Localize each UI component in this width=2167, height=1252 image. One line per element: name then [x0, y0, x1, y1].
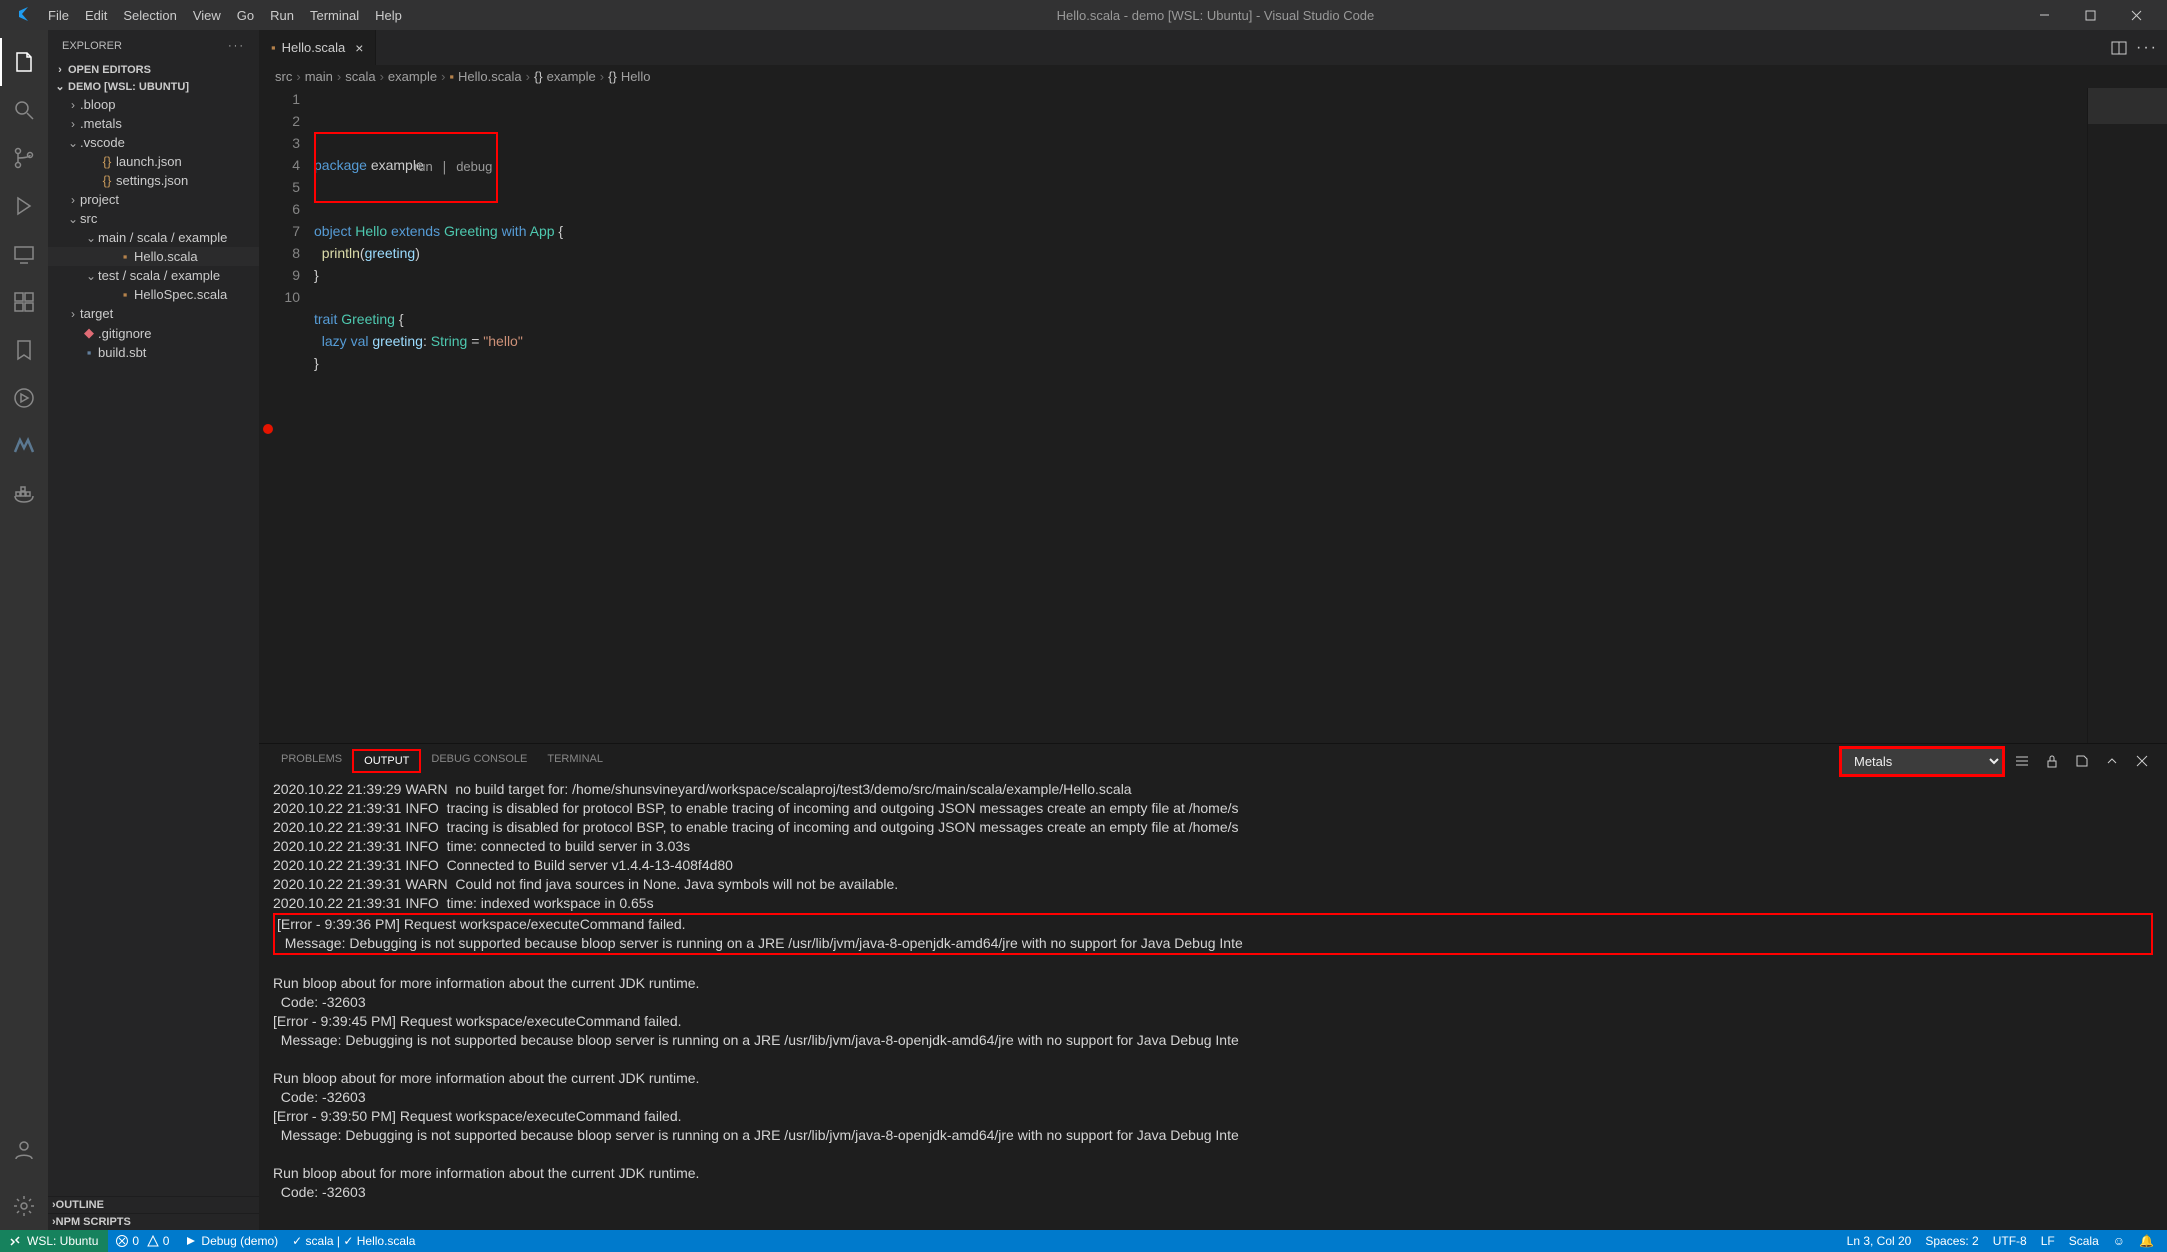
- panel-tab-output[interactable]: OUTPUT: [352, 749, 421, 773]
- source-control-tab[interactable]: [0, 134, 48, 182]
- eol-status[interactable]: LF: [2034, 1230, 2062, 1252]
- open-log-icon[interactable]: [2069, 748, 2095, 774]
- menu-view[interactable]: View: [185, 8, 229, 23]
- tree-item[interactable]: ▪HelloSpec.scala: [48, 285, 259, 304]
- open-editors-section[interactable]: ›OPEN EDITORS: [48, 62, 259, 78]
- tree-item[interactable]: ▪build.sbt: [48, 343, 259, 362]
- encoding-status[interactable]: UTF-8: [1986, 1230, 2034, 1252]
- panel-tab-debug console[interactable]: DEBUG CONSOLE: [421, 749, 537, 773]
- docker-tab[interactable]: [0, 470, 48, 518]
- search-tab[interactable]: [0, 86, 48, 134]
- tree-item[interactable]: ›project: [48, 190, 259, 209]
- file-icon: {}: [98, 154, 116, 169]
- codelens-run-debug[interactable]: run | debug: [314, 132, 498, 203]
- code-editor[interactable]: run | debug package example object Hello…: [314, 88, 2087, 743]
- titlebar: FileEditSelectionViewGoRunTerminalHelp H…: [0, 0, 2167, 30]
- tree-item[interactable]: ⌄.vscode: [48, 133, 259, 152]
- panel-tab-problems[interactable]: PROBLEMS: [271, 749, 352, 773]
- debug-status[interactable]: Debug (demo): [176, 1230, 285, 1252]
- tree-item[interactable]: ⌄test / scala / example: [48, 266, 259, 285]
- vscode-logo-icon: [8, 6, 40, 25]
- extensions-tab[interactable]: [0, 278, 48, 326]
- clear-output-icon[interactable]: [2009, 748, 2035, 774]
- breadcrumbs[interactable]: src› main› scala› example› ▪Hello.scala›…: [259, 65, 2167, 88]
- scala-file-icon: ▪: [449, 69, 454, 84]
- file-icon: ◆: [80, 325, 98, 341]
- tree-item[interactable]: ◆.gitignore: [48, 323, 259, 343]
- menu-run[interactable]: Run: [262, 8, 302, 23]
- menu-help[interactable]: Help: [367, 8, 410, 23]
- explorer-sidebar: EXPLORER ··· ›OPEN EDITORS ⌄DEMO [WSL: U…: [48, 30, 259, 1230]
- file-icon: ▪: [116, 287, 134, 302]
- maximize-button[interactable]: [2067, 0, 2113, 30]
- statusbar: WSL: Ubuntu 0 0 Debug (demo) ✓ scala | ✓…: [0, 1230, 2167, 1252]
- minimap[interactable]: [2087, 88, 2167, 743]
- menu-file[interactable]: File: [40, 8, 77, 23]
- editor-tabs: ▪ Hello.scala × ···: [259, 30, 2167, 65]
- window-title: Hello.scala - demo [WSL: Ubuntu] - Visua…: [410, 8, 2021, 23]
- output-channel-select-highlight: Metals: [1839, 746, 2005, 777]
- tree-item[interactable]: ›target: [48, 304, 259, 323]
- file-icon: ▪: [80, 345, 98, 360]
- tree-item[interactable]: ▪Hello.scala: [48, 247, 259, 266]
- menu-terminal[interactable]: Terminal: [302, 8, 367, 23]
- line-number-gutter: 12345678910: [259, 88, 314, 743]
- close-window-button[interactable]: [2113, 0, 2159, 30]
- tree-item[interactable]: {}settings.json: [48, 171, 259, 190]
- feedback-icon[interactable]: ☺: [2106, 1230, 2132, 1252]
- menu-selection[interactable]: Selection: [115, 8, 184, 23]
- tree-item[interactable]: ⌄main / scala / example: [48, 228, 259, 247]
- file-icon: {}: [98, 173, 116, 188]
- run-debug-tab[interactable]: [0, 182, 48, 230]
- language-mode[interactable]: Scala: [2062, 1230, 2106, 1252]
- tree-item[interactable]: ›.metals: [48, 114, 259, 133]
- file-icon: ▪: [116, 249, 134, 264]
- metals-tab[interactable]: [0, 422, 48, 470]
- accounts-icon[interactable]: [0, 1126, 48, 1174]
- scala-file-icon: ▪: [271, 40, 276, 55]
- minimize-button[interactable]: [2021, 0, 2067, 30]
- notifications-icon[interactable]: 🔔: [2132, 1230, 2161, 1252]
- menu-go[interactable]: Go: [229, 8, 262, 23]
- split-editor-icon[interactable]: [2105, 34, 2133, 62]
- tab-hello-scala[interactable]: ▪ Hello.scala ×: [259, 30, 376, 65]
- remote-indicator[interactable]: WSL: Ubuntu: [0, 1230, 108, 1252]
- indentation-status[interactable]: Spaces: 2: [1918, 1230, 1985, 1252]
- menu-edit[interactable]: Edit: [77, 8, 115, 23]
- tab-label: Hello.scala: [282, 40, 346, 55]
- npm-scripts-section[interactable]: ›NPM SCRIPTS: [48, 1213, 259, 1230]
- bottom-panel: PROBLEMSOUTPUTDEBUG CONSOLETERMINAL Meta…: [259, 743, 2167, 1230]
- panel-up-icon[interactable]: [2099, 748, 2125, 774]
- namespace-icon: {}: [608, 69, 617, 84]
- settings-gear-icon[interactable]: [0, 1182, 48, 1230]
- editor-more-icon[interactable]: ···: [2133, 34, 2161, 62]
- lock-scroll-icon[interactable]: [2039, 748, 2065, 774]
- cursor-position[interactable]: Ln 3, Col 20: [1840, 1230, 1919, 1252]
- test-tab[interactable]: [0, 374, 48, 422]
- bookmarks-tab[interactable]: [0, 326, 48, 374]
- explorer-tab[interactable]: [0, 38, 48, 86]
- panel-tab-terminal[interactable]: TERMINAL: [537, 749, 613, 773]
- remote-explorer-tab[interactable]: [0, 230, 48, 278]
- tree-item[interactable]: ⌄src: [48, 209, 259, 228]
- tab-close-icon[interactable]: ×: [355, 40, 363, 56]
- panel-close-icon[interactable]: [2129, 748, 2155, 774]
- output-panel-body[interactable]: 2020.10.22 21:39:29 WARN no build target…: [259, 778, 2167, 1230]
- workspace-root[interactable]: ⌄DEMO [WSL: UBUNTU]: [48, 78, 259, 95]
- tree-item[interactable]: ›.bloop: [48, 95, 259, 114]
- tree-item[interactable]: {}launch.json: [48, 152, 259, 171]
- namespace-icon: {}: [534, 69, 543, 84]
- problems-status[interactable]: 0 0: [108, 1230, 176, 1252]
- explorer-header: EXPLORER ···: [48, 30, 259, 62]
- metals-status[interactable]: ✓ scala | ✓ Hello.scala: [285, 1230, 422, 1252]
- activity-bar: [0, 30, 48, 1230]
- more-icon[interactable]: ···: [228, 40, 245, 52]
- outline-section[interactable]: ›OUTLINE: [48, 1196, 259, 1213]
- output-channel-select[interactable]: Metals: [1842, 749, 2002, 774]
